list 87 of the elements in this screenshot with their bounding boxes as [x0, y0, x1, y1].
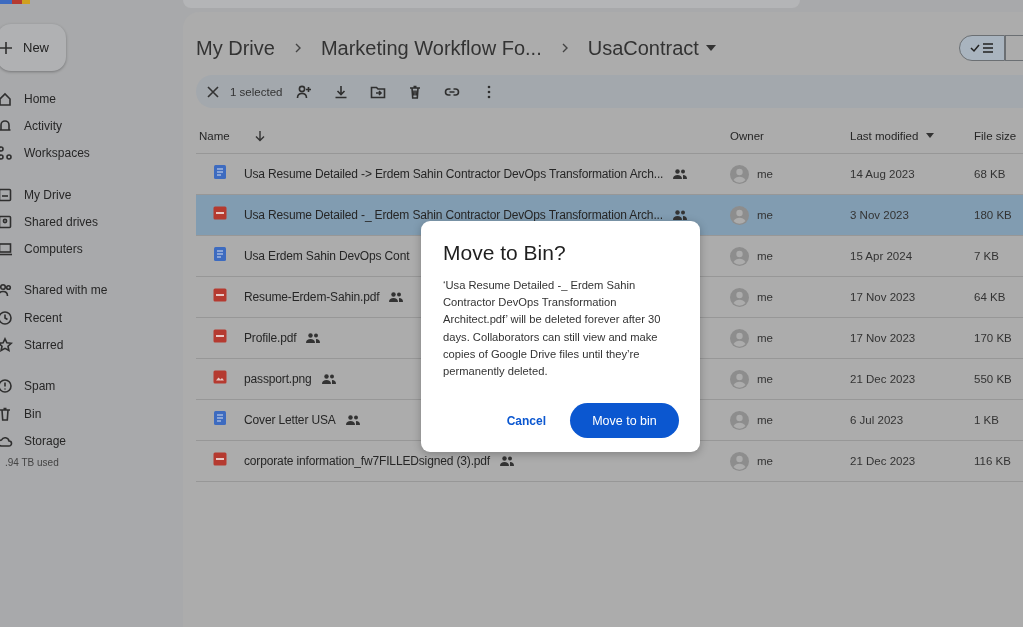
modified-date: 21 Dec 2023 — [850, 373, 917, 385]
caret-icon[interactable] — [924, 132, 937, 139]
spam-icon — [0, 378, 13, 395]
column-header[interactable]: File size — [974, 129, 1017, 142]
breadcrumb-link[interactable]: Marketing Workflow Fo... — [320, 36, 542, 60]
breadcrumb-link[interactable]: My Drive — [196, 36, 275, 60]
modified-date: 14 Aug 2023 — [850, 168, 916, 180]
owner-name: me — [757, 414, 773, 426]
file-name: Resume-Erdem-Sahin.pdf — [244, 290, 380, 304]
sidebar-item[interactable]: Starred — [0, 331, 183, 359]
modified-date: 6 Jul 2023 — [850, 414, 905, 426]
file-size: 180 KB — [974, 209, 1013, 221]
file-size: 550 KB — [974, 373, 1013, 385]
star-icon — [0, 337, 13, 353]
sidebar-item[interactable]: Storage — [0, 427, 183, 455]
owner-name: me — [757, 291, 773, 303]
dialog-title: Move to Bin? — [443, 241, 567, 265]
people-icon — [0, 282, 13, 299]
bell-icon — [0, 117, 13, 134]
owner-name: me — [757, 250, 773, 262]
new-button[interactable]: New — [0, 24, 66, 71]
avatar-icon — [730, 410, 749, 430]
logo-icon — [0, 0, 30, 4]
list-view-toggle[interactable] — [959, 35, 1005, 61]
selection-count: 1 selected — [230, 85, 283, 98]
avatar-icon — [730, 287, 749, 307]
close-icon[interactable] — [206, 84, 220, 99]
modified-date: 17 Nov 2023 — [850, 332, 917, 344]
drive-icon — [0, 186, 13, 203]
sidebar-item[interactable]: Recent — [0, 304, 183, 332]
modified-date: 15 Apr 2024 — [850, 250, 914, 262]
owner-name: me — [757, 332, 773, 344]
column-header[interactable]: Last modified — [850, 129, 919, 142]
clock-icon — [0, 309, 13, 326]
file-size: 170 KB — [974, 332, 1013, 344]
sidebar-item[interactable]: Shared drives — [0, 208, 183, 236]
file-name: corporate information_fw7FILLEDsigned (3).pdf — [244, 454, 491, 468]
file-name: Usa Resume Detailed -> Erdem Sahin Contractor DevOps Transformation Arch... — [244, 167, 664, 181]
column-header[interactable]: Name — [199, 129, 230, 142]
shared-drives-icon — [0, 213, 13, 230]
current-folder[interactable]: UsaContract — [587, 36, 699, 60]
column-header[interactable]: Owner — [730, 129, 764, 142]
caret-icon[interactable] — [705, 45, 716, 51]
sidebar-item[interactable]: Computers — [0, 235, 183, 263]
file-name: Usa Resume Detailed -_ Erdem Sahin Contractor DevOps Transformation Arch... — [244, 208, 663, 222]
file-name: Cover Letter USA — [244, 413, 336, 427]
share-icon[interactable] — [296, 83, 313, 100]
avatar-icon — [730, 205, 749, 225]
file-name: Profile.pdf — [244, 331, 297, 345]
avatar-icon — [730, 328, 749, 348]
file-size: 1 KB — [974, 414, 1000, 426]
avatar-icon — [730, 369, 749, 389]
modified-date: 21 Dec 2023 — [850, 455, 917, 467]
plus-icon — [0, 40, 13, 55]
owner-name: me — [757, 455, 773, 467]
sidebar-item[interactable]: Workspaces — [0, 139, 183, 167]
owner-name: me — [757, 168, 773, 180]
avatar-icon — [730, 164, 749, 184]
file-name: passport.png — [244, 372, 312, 386]
file-size: 68 KB — [974, 168, 1007, 180]
down-arrow-icon[interactable] — [253, 129, 266, 142]
modified-date: 17 Nov 2023 — [850, 291, 917, 303]
home-icon — [0, 90, 13, 107]
file-size: 64 KB — [974, 291, 1007, 303]
sidebar-item[interactable]: Shared with me — [0, 276, 183, 305]
sidebar-item[interactable]: Home — [0, 85, 183, 113]
owner-name: me — [757, 373, 773, 385]
bin-icon — [0, 405, 13, 422]
file-name: Usa Erdem Sahin DevOps Cont — [244, 249, 410, 263]
move-to-bin-button[interactable]: Move to bin — [570, 403, 679, 438]
sidebar-item[interactable]: Activity — [0, 112, 183, 140]
checked-list-icon — [969, 41, 995, 55]
file-size: 7 KB — [974, 250, 1000, 262]
avatar-icon — [730, 246, 749, 266]
cancel-button[interactable]: Cancel — [496, 405, 556, 436]
sidebar-item[interactable]: Spam — [0, 372, 183, 400]
avatar-icon — [730, 451, 749, 471]
owner-name: me — [757, 209, 773, 221]
computer-icon — [0, 241, 13, 258]
download-icon[interactable] — [333, 83, 350, 100]
sidebar-item[interactable]: My Drive — [0, 180, 183, 209]
workspaces-icon — [0, 145, 13, 162]
sidebar-item[interactable]: Bin — [0, 399, 183, 428]
grid-view-toggle[interactable] — [1005, 35, 1023, 61]
file-size: 116 KB — [974, 455, 1012, 467]
modified-date: 3 Nov 2023 — [850, 209, 910, 221]
storage-usage: .94 TB used — [5, 456, 60, 468]
